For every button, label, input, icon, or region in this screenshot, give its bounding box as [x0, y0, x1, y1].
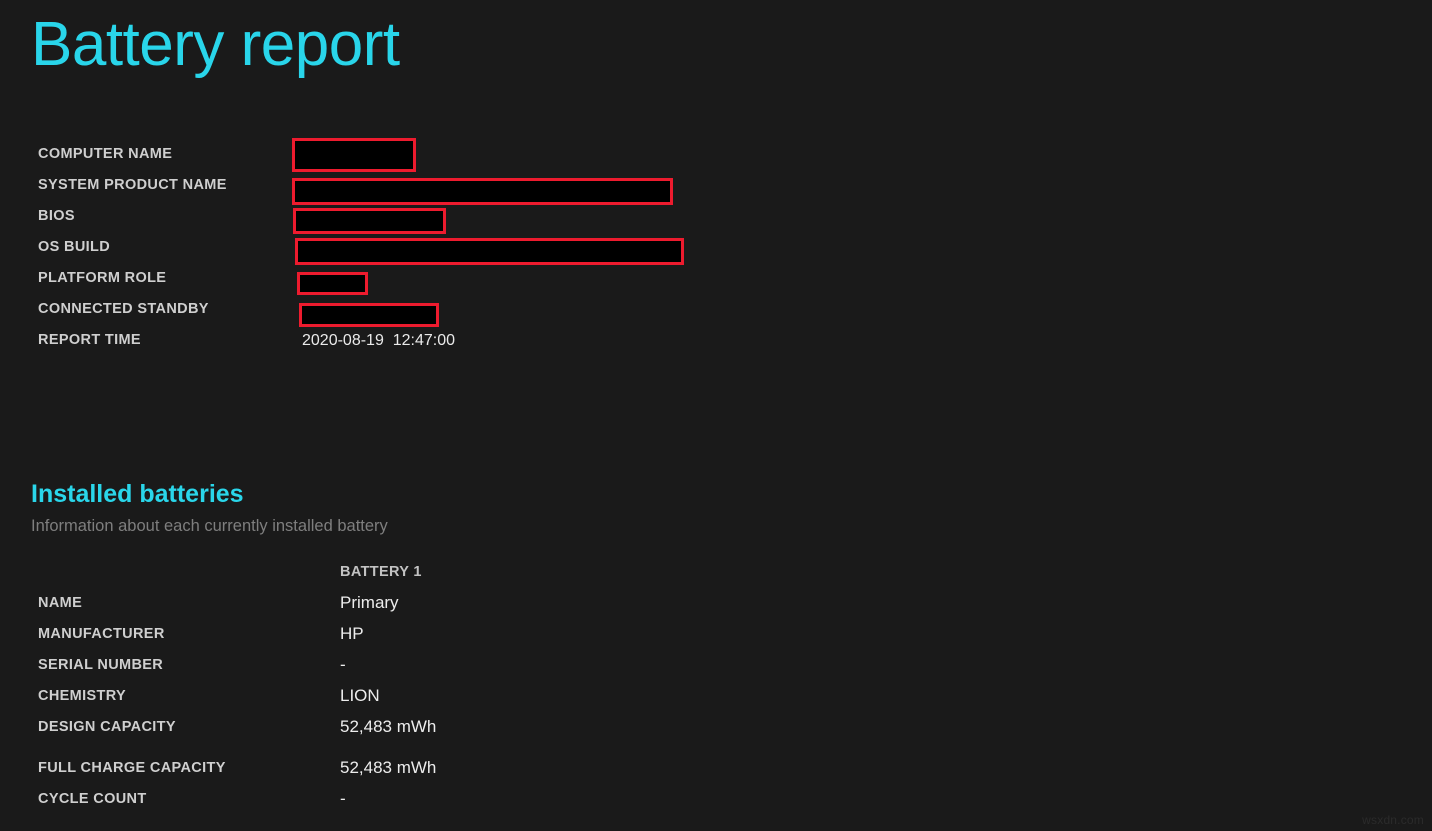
report-info-row: PLATFORM ROLE: [38, 270, 738, 301]
installed-batteries-subtitle: Information about each currently install…: [31, 516, 388, 535]
battery-row-label: FULL CHARGE CAPACITY: [38, 760, 226, 776]
battery-row-label: DESIGN CAPACITY: [38, 719, 176, 735]
battery-row-value: LION: [340, 686, 380, 705]
report-info-label: COMPUTER NAME: [38, 146, 173, 162]
report-info-label: SYSTEM PRODUCT NAME: [38, 177, 227, 193]
report-info-label: CONNECTED STANDBY: [38, 301, 209, 317]
battery-row-value: -: [340, 789, 346, 808]
battery-table-row: MANUFACTURER HP: [38, 624, 738, 657]
watermark: wsxdn.com: [1362, 813, 1424, 827]
battery-row-value: Primary: [340, 593, 399, 612]
battery-column-header: BATTERY 1: [340, 564, 422, 580]
battery-detail-table: BATTERY 1 NAME Primary MANUFACTURER HP SERIAL…: [38, 564, 738, 822]
redaction-box: [292, 138, 416, 172]
report-info-value: 2020-08-19 12:47:00: [302, 332, 456, 349]
battery-table-row: DESIGN CAPACITY 52,483 mWh: [38, 717, 738, 750]
battery-row-label: SERIAL NUMBER: [38, 657, 164, 673]
battery-row-label: CYCLE COUNT: [38, 791, 147, 807]
battery-row-value: 52,483 mWh: [340, 717, 437, 736]
battery-table-row: NAME Primary: [38, 593, 738, 626]
redaction-box: [299, 303, 439, 327]
report-info-label: PLATFORM ROLE: [38, 270, 167, 286]
battery-row-label: NAME: [38, 595, 83, 611]
report-info-row: REPORT TIME 2020-08-19 12:47:00: [38, 332, 738, 363]
installed-batteries-section: Installed batteries Information about ea…: [31, 480, 1031, 536]
report-info-label: BIOS: [38, 208, 75, 224]
report-info-label: REPORT TIME: [38, 332, 141, 348]
battery-table-row: CHEMISTRY LION: [38, 686, 738, 719]
battery-row-value: HP: [340, 624, 364, 643]
redaction-box: [295, 238, 684, 265]
battery-table-header-row: BATTERY 1: [38, 564, 738, 595]
redaction-box: [297, 272, 368, 295]
battery-table-row: FULL CHARGE CAPACITY 52,483 mWh: [38, 758, 738, 791]
battery-row-label: CHEMISTRY: [38, 688, 127, 704]
battery-table-row: CYCLE COUNT -: [38, 789, 738, 822]
battery-table-row: SERIAL NUMBER -: [38, 655, 738, 688]
battery-row-label: MANUFACTURER: [38, 626, 165, 642]
page-title: Battery report: [31, 10, 400, 79]
redaction-box: [293, 208, 446, 234]
redaction-box: [292, 178, 673, 205]
report-info-label: OS BUILD: [38, 239, 111, 255]
installed-batteries-heading: Installed batteries: [31, 480, 244, 508]
battery-row-value: 52,483 mWh: [340, 758, 437, 777]
battery-row-value: -: [340, 655, 346, 674]
